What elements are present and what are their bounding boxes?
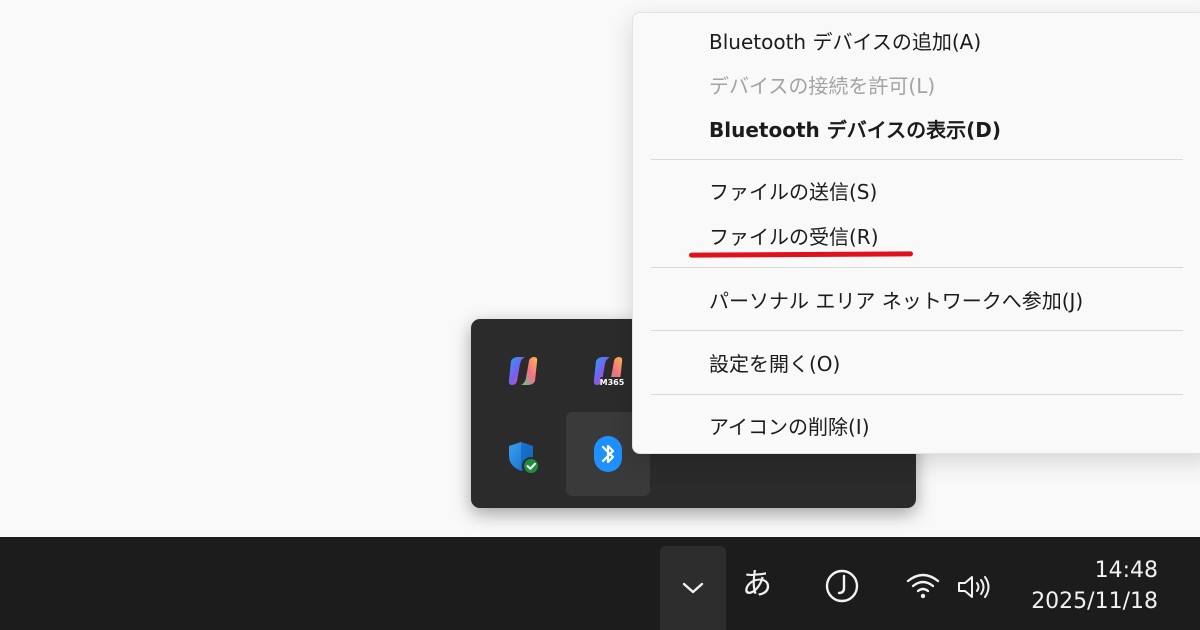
- menu-item-send-file[interactable]: ファイルの送信(S): [709, 174, 877, 210]
- focus-assist-icon: [825, 569, 859, 603]
- bluetooth-icon: [594, 436, 622, 472]
- show-hidden-icons-button[interactable]: [660, 546, 726, 630]
- taskbar: あ 14:48 2025/11/18: [0, 537, 1200, 630]
- clock-time: 14:48: [1094, 558, 1158, 583]
- menu-separator: [651, 159, 1183, 160]
- bluetooth-context-menu: Bluetooth デバイスの追加(A) デバイスの接続を許可(L) Bluet…: [632, 12, 1200, 454]
- wifi-icon: [906, 573, 940, 599]
- menu-separator: [651, 330, 1183, 331]
- ime-mode-indicator[interactable]: あ: [742, 565, 772, 605]
- menu-item-join-personal-area-network[interactable]: パーソナル エリア ネットワークへ参加(J): [709, 283, 1083, 319]
- menu-separator: [651, 394, 1183, 395]
- menu-item-show-bluetooth-devices[interactable]: Bluetooth デバイスの表示(D): [709, 112, 1001, 148]
- menu-item-open-settings[interactable]: 設定を開く(O): [709, 346, 840, 382]
- desktop: M365 Bluetooth デバイスの追加(A) デバイスの接続を許可(L) …: [0, 0, 1200, 630]
- menu-item-receive-file[interactable]: ファイルの受信(R): [709, 219, 879, 255]
- network-button[interactable]: [905, 572, 941, 604]
- focus-assist-button[interactable]: [824, 568, 860, 608]
- volume-button[interactable]: [956, 573, 994, 605]
- menu-separator: [651, 267, 1183, 268]
- menu-item-remove-icon[interactable]: アイコンの削除(I): [709, 409, 870, 445]
- menu-item-add-bluetooth-device[interactable]: Bluetooth デバイスの追加(A): [709, 24, 981, 60]
- copilot-m365-icon: M365: [593, 357, 625, 387]
- windows-security-tray-icon[interactable]: [481, 415, 565, 499]
- copilot-tray-icon[interactable]: [481, 329, 565, 413]
- chevron-up-icon: [682, 582, 704, 594]
- windows-security-icon: [509, 442, 540, 475]
- volume-icon: [958, 576, 990, 598]
- clock-date: 2025/11/18: [1031, 589, 1158, 614]
- taskbar-clock[interactable]: 14:48 2025/11/18: [1010, 555, 1158, 617]
- copilot-icon: [508, 357, 538, 385]
- svg-text:M365: M365: [600, 378, 625, 387]
- menu-item-allow-device-connection: デバイスの接続を許可(L): [709, 74, 936, 98]
